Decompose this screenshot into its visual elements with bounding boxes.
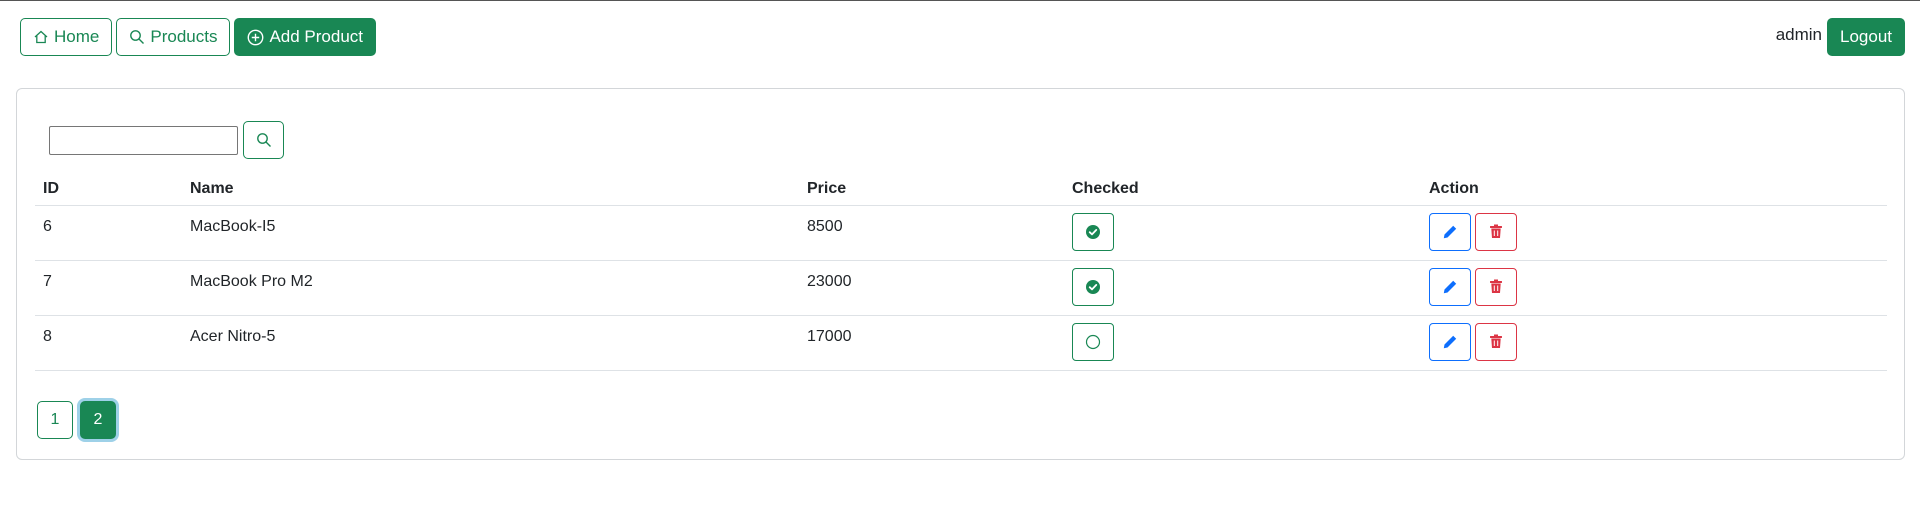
table-row: 8 Acer Nitro-5 17000 — [35, 315, 1887, 371]
product-id: 8 — [43, 327, 52, 345]
delete-button[interactable] — [1475, 322, 1517, 361]
check-circle-filled-icon — [1086, 279, 1100, 294]
product-price: 8500 — [807, 217, 843, 235]
product-name: MacBook-I5 — [190, 217, 276, 235]
house-icon — [34, 30, 48, 44]
page-button-2[interactable]: 2 — [80, 401, 116, 439]
add-product-label: Add Product — [269, 27, 364, 46]
search-input[interactable] — [49, 125, 238, 155]
user-area: admin Logout — [1776, 18, 1905, 56]
header-price: Price — [799, 174, 1064, 206]
products-card: ID Name Price Checked Action 6 MacBook-I… — [16, 88, 1905, 460]
header-checked: Checked — [1064, 174, 1421, 206]
header-action: Action — [1421, 174, 1887, 206]
pencil-icon — [1443, 335, 1457, 348]
product-price: 17000 — [807, 327, 852, 345]
trash-icon — [1490, 334, 1502, 348]
edit-button[interactable] — [1429, 322, 1471, 361]
add-product-button[interactable]: Add Product — [234, 18, 377, 56]
products-table: ID Name Price Checked Action 6 MacBook-I… — [35, 174, 1887, 371]
search-icon — [256, 133, 271, 147]
header-name: Name — [182, 174, 799, 206]
top-nav: Home Products Add Product — [20, 18, 377, 56]
edit-button[interactable] — [1429, 212, 1471, 251]
page-button-1[interactable]: 1 — [37, 401, 73, 439]
pagination: 1 2 — [37, 401, 116, 439]
search-icon — [130, 30, 145, 44]
pencil-icon — [1443, 280, 1457, 293]
product-id: 7 — [43, 272, 52, 290]
check-circle-filled-icon — [1086, 224, 1100, 239]
checked-toggle[interactable] — [1072, 322, 1114, 361]
checked-toggle[interactable] — [1072, 267, 1114, 306]
table-row: 7 MacBook Pro M2 23000 — [35, 260, 1887, 316]
circle-empty-icon — [1085, 334, 1101, 349]
search-bar — [49, 121, 284, 159]
delete-button[interactable] — [1475, 267, 1517, 306]
pencil-icon — [1443, 225, 1457, 238]
logout-button[interactable]: Logout — [1827, 18, 1905, 56]
product-name: Acer Nitro-5 — [190, 327, 276, 345]
delete-button[interactable] — [1475, 212, 1517, 251]
edit-button[interactable] — [1429, 267, 1471, 306]
checked-toggle[interactable] — [1072, 212, 1114, 251]
table-row: 6 MacBook-I5 8500 — [35, 205, 1887, 261]
products-button[interactable]: Products — [116, 18, 231, 56]
product-price: 23000 — [807, 272, 852, 290]
home-label: Home — [54, 27, 100, 46]
trash-icon — [1490, 279, 1502, 293]
table-header-row: ID Name Price Checked Action — [35, 174, 1887, 206]
plus-circle-icon — [248, 29, 264, 45]
trash-icon — [1490, 224, 1502, 238]
username: admin — [1775, 25, 1822, 44]
header-id: ID — [35, 174, 182, 206]
home-button[interactable]: Home — [20, 18, 113, 56]
products-label: Products — [150, 27, 218, 46]
product-id: 6 — [43, 217, 52, 235]
search-button[interactable] — [243, 121, 284, 159]
product-name: MacBook Pro M2 — [190, 272, 313, 290]
